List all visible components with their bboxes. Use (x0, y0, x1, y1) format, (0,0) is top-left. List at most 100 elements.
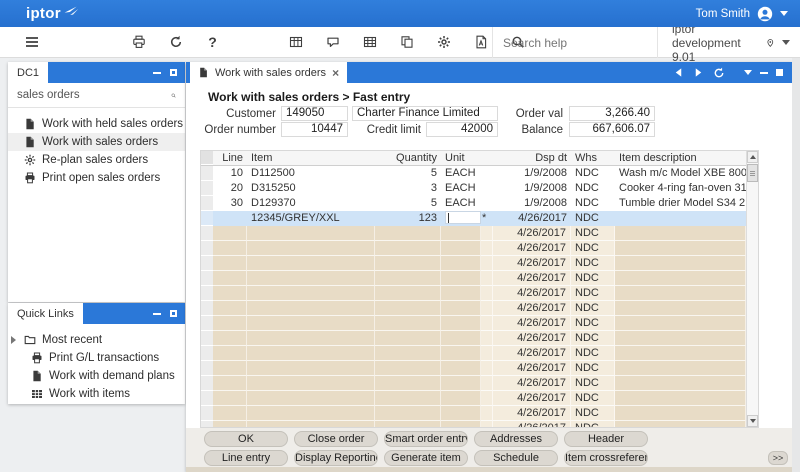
empty-entry-row[interactable]: 4/26/2017 NDC (201, 346, 746, 361)
action-button[interactable]: Addresses (474, 431, 558, 447)
customer-label: Customer (206, 108, 276, 120)
scrollbar-thumb[interactable] (747, 164, 758, 182)
menu-search-icon[interactable] (171, 89, 176, 102)
help-icon[interactable]: ? (205, 35, 220, 50)
order-line-row[interactable]: 30 D129370 5 EACH 1/9/2008 NDC Tumble dr… (201, 196, 746, 211)
help-search-input[interactable] (503, 36, 658, 50)
refresh-icon[interactable] (713, 67, 725, 79)
minimize-icon[interactable] (153, 313, 161, 315)
action-button[interactable]: Item crossreference (564, 450, 648, 466)
table-scrollbar[interactable] (746, 151, 758, 427)
more-actions-button[interactable]: >> (768, 451, 788, 465)
action-button[interactable]: Display Reporting Curr (294, 450, 378, 466)
cell-whs: NDC (571, 361, 615, 376)
back-icon[interactable] (673, 67, 684, 78)
customer-name-field[interactable]: Charter Finance Limited (352, 106, 498, 121)
action-button[interactable]: Line entry (204, 450, 288, 466)
cell-dsp-dt: 4/26/2017 (493, 256, 571, 271)
order-line-row[interactable]: 20 D315250 3 EACH 1/9/2008 NDC Cooker 4-… (201, 181, 746, 196)
empty-entry-row[interactable]: 4/26/2017 NDC (201, 301, 746, 316)
order-lines-table: Line Item Quantity Unit Dsp dt Whs Item … (200, 150, 759, 428)
credit-limit-label: Credit limit (351, 124, 421, 136)
empty-entry-row[interactable]: 4/26/2017 NDC (201, 241, 746, 256)
col-quantity[interactable]: Quantity (375, 151, 441, 165)
quick-link-item[interactable]: Most recent (8, 331, 185, 349)
quick-link-item[interactable]: Work with items (8, 385, 185, 403)
cell-dsp-dt: 4/26/2017 (493, 301, 571, 316)
customer-field[interactable]: 149050 (281, 106, 348, 121)
col-item-description[interactable]: Item description (615, 151, 746, 165)
entry-dsp-dt[interactable]: 4/26/2017 (493, 211, 571, 226)
action-button[interactable]: Generate item (384, 450, 468, 466)
empty-entry-row[interactable]: 4/26/2017 NDC (201, 376, 746, 391)
empty-entry-row[interactable]: 4/26/2017 NDC (201, 286, 746, 301)
action-button[interactable]: OK (204, 431, 288, 447)
action-button[interactable]: Close order (294, 431, 378, 447)
col-item[interactable]: Item (247, 151, 375, 165)
cell-dsp-dt: 4/26/2017 (493, 406, 571, 421)
menu-search-input[interactable] (17, 89, 171, 101)
forward-icon[interactable] (693, 67, 704, 78)
maximize-icon[interactable] (776, 69, 783, 76)
menu-icon[interactable] (24, 35, 39, 50)
action-button[interactable]: Header (564, 431, 648, 447)
quick-links-tab[interactable]: Quick Links (8, 303, 83, 324)
empty-entry-row[interactable]: 4/26/2017 NDC (201, 391, 746, 406)
minimize-icon[interactable] (153, 72, 161, 74)
action-button[interactable]: Schedule (474, 450, 558, 466)
action-button[interactable]: Smart order entry (384, 431, 468, 447)
settings-gear-icon[interactable] (436, 35, 451, 50)
empty-entry-row[interactable]: 4/26/2017 NDC (201, 256, 746, 271)
dc1-panel-tab[interactable]: DC1 (8, 62, 48, 83)
dc1-panel: DC1 Work with held sales orders (8, 62, 185, 302)
pdf-document-icon[interactable] (473, 35, 488, 50)
sidebar-menu-item[interactable]: Work with sales orders (8, 133, 185, 151)
scroll-up-icon[interactable] (747, 151, 758, 163)
caret-right-icon[interactable] (11, 336, 18, 344)
entry-whs[interactable]: NDC (571, 211, 615, 226)
empty-entry-row[interactable]: 4/26/2017 NDC (201, 406, 746, 421)
credit-limit-field[interactable]: 42000 (426, 122, 498, 137)
col-whs[interactable]: Whs (571, 151, 615, 165)
sidebar-menu-item[interactable]: Re-plan sales orders (8, 151, 185, 169)
environment-selector[interactable]: iptor development 9.01 (660, 27, 800, 58)
breadcrumb: Work with sales orders > Fast entry (208, 90, 410, 104)
refresh-icon[interactable] (168, 35, 183, 50)
entry-unit-input[interactable] (445, 211, 481, 224)
empty-entry-row[interactable]: 4/26/2017 NDC (201, 331, 746, 346)
entry-item-field[interactable]: 12345/GREY/XXL (247, 211, 375, 226)
sidebar-menu-item[interactable]: Work with held sales orders (8, 115, 185, 133)
order-number-field[interactable]: 10447 (281, 122, 348, 137)
empty-entry-row[interactable]: 4/26/2017 NDC (201, 271, 746, 286)
quick-link-item[interactable]: Work with demand plans (8, 367, 185, 385)
entry-row-active[interactable]: 12345/GREY/XXL 123 * 4/26/2017 NDC (201, 211, 746, 226)
table-view-icon[interactable] (288, 35, 303, 50)
quick-link-label: Work with items (49, 388, 130, 400)
print-icon[interactable] (131, 35, 146, 50)
col-dsp-dt[interactable]: Dsp dt (493, 151, 571, 165)
quick-link-item[interactable]: Print G/L transactions (8, 349, 185, 367)
location-pin-icon (766, 36, 775, 50)
col-line[interactable]: Line (213, 151, 247, 165)
sidebar-menu-item[interactable]: Print open sales orders (8, 169, 185, 187)
entry-quantity-field[interactable]: 123 (375, 211, 441, 226)
empty-entry-row[interactable]: 4/26/2017 NDC (201, 361, 746, 376)
fast-entry-content: Work with sales orders > Fast entry Cust… (186, 83, 792, 472)
col-unit[interactable]: Unit (441, 151, 481, 165)
order-line-row[interactable]: 10 D112500 5 EACH 1/9/2008 NDC Wash m/c … (201, 166, 746, 181)
cell-unit: EACH (441, 181, 481, 196)
scroll-down-icon[interactable] (747, 415, 758, 427)
maximize-icon[interactable] (170, 310, 177, 317)
close-icon[interactable] (332, 66, 339, 80)
user-menu[interactable]: Tom Smith (696, 6, 788, 22)
maximize-icon[interactable] (170, 69, 177, 76)
tab-work-with-sales-orders[interactable]: Work with sales orders (190, 62, 347, 83)
minimize-icon[interactable] (760, 72, 768, 74)
empty-entry-row[interactable]: 4/26/2017 NDC (201, 421, 746, 428)
chat-icon[interactable] (325, 35, 340, 50)
detail-grid-icon[interactable] (362, 35, 377, 50)
copy-icon[interactable] (399, 35, 414, 50)
empty-entry-row[interactable]: 4/26/2017 NDC (201, 316, 746, 331)
empty-entry-row[interactable]: 4/26/2017 NDC (201, 226, 746, 241)
panel-menu-icon[interactable] (744, 70, 752, 75)
